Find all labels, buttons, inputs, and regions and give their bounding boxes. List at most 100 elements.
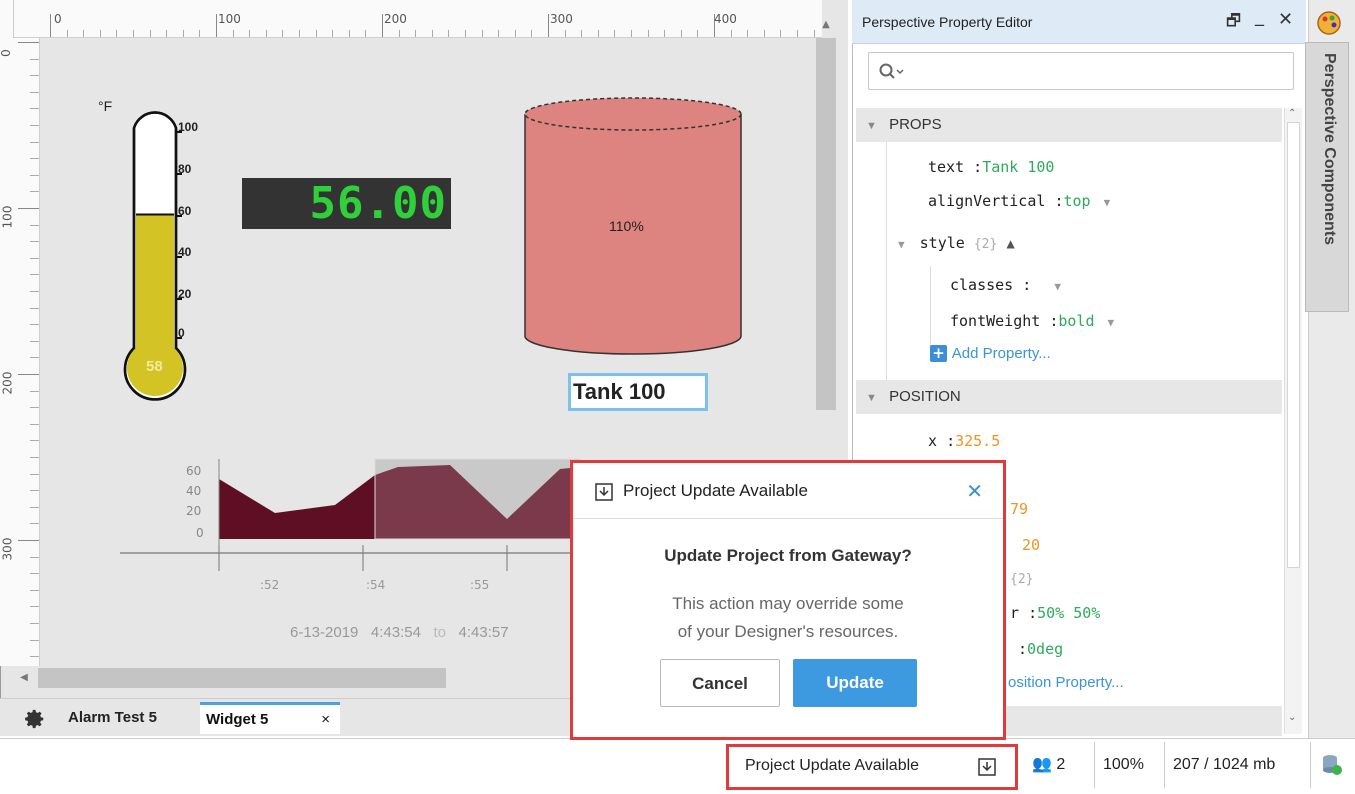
prop-style[interactable]: ▼ style {2} ▲: [898, 234, 1015, 252]
close-tab-icon[interactable]: ×: [321, 705, 330, 734]
ruler-tick: [182, 30, 184, 37]
property-editor-scroll-thumb[interactable]: [1287, 122, 1300, 568]
thermometer-value: 58: [146, 358, 163, 375]
date-range-end: 4:43:57: [458, 624, 509, 641]
date-range-date: 6-13-2019: [290, 624, 359, 641]
project-update-notice[interactable]: Project Update Available: [726, 744, 1018, 790]
scroll-down-arrow-icon[interactable]: ⌄: [1288, 712, 1296, 723]
ruler-tick: [763, 30, 765, 37]
prop-rotation-angle[interactable]: :0deg: [1018, 640, 1063, 658]
ruler-tick: [30, 423, 39, 425]
prop-value: Tank 100: [982, 158, 1055, 176]
add-position-property-link[interactable]: osition Property...: [1008, 674, 1124, 691]
ruler-tick: [30, 257, 39, 259]
close-window-icon[interactable]: ✕: [1278, 9, 1293, 30]
ruler-tick: [18, 42, 39, 43]
minimize-window-icon[interactable]: _: [1255, 6, 1264, 27]
date-range-start: 4:43:54: [370, 624, 421, 641]
prop-align-vertical[interactable]: alignVertical :top ▼: [928, 192, 1110, 210]
search-icon: [879, 63, 904, 79]
chevron-down-icon[interactable]: ▼: [898, 238, 905, 251]
add-property-link[interactable]: + Add Property...: [930, 344, 1051, 362]
canvas-vertical-scroll-thumb[interactable]: [816, 38, 836, 410]
dialog-heading: Update Project from Gateway?: [664, 546, 912, 565]
tab-widget-5[interactable]: Widget 5 ×: [200, 702, 340, 734]
ruler-tick: [66, 30, 68, 37]
ruler-label: 100: [0, 205, 15, 229]
active-users[interactable]: 👥 2: [1024, 742, 1094, 788]
scroll-left-arrow-icon[interactable]: ◀: [14, 668, 34, 688]
prop-sep: :: [973, 158, 983, 176]
dropdown-arrow-icon[interactable]: ▼: [1104, 196, 1111, 209]
sparkline-x-tick: :52: [260, 578, 280, 592]
prop-x[interactable]: x :325.5: [928, 432, 1000, 450]
prop-classes[interactable]: classes : ▼: [950, 276, 1061, 294]
sparkline-y-tick: 0: [196, 526, 204, 540]
tab-alarm-test-5[interactable]: Alarm Test 5: [60, 702, 165, 734]
prop-text[interactable]: text :Tank 100: [928, 158, 1054, 176]
ruler-tick: [30, 324, 39, 326]
ruler-tick: [30, 191, 39, 193]
thermometer-tick: 60: [178, 204, 192, 218]
ruler-tick: [30, 125, 39, 126]
prop-value: 325.5: [955, 432, 1001, 450]
update-button[interactable]: Update: [793, 659, 917, 707]
ruler-tick: [30, 174, 39, 176]
ruler-horizontal: 0 100 200 300 400: [14, 0, 822, 38]
ruler-tick: [697, 30, 699, 37]
ruler-tick: [116, 30, 118, 37]
prop-key: fontWeight: [950, 312, 1041, 330]
sparkline-y-tick: 40: [186, 484, 202, 498]
update-notice-label: Project Update Available: [745, 757, 920, 774]
gateway-status[interactable]: [1310, 742, 1354, 788]
ruler-tick: [581, 30, 583, 37]
property-editor-scrollbar[interactable]: ⌃ ⌄: [1284, 108, 1302, 734]
section-props[interactable]: ▼ PROPS: [856, 108, 1282, 142]
palette-icon[interactable]: [1316, 10, 1342, 36]
ruler-tick: [232, 30, 234, 37]
ruler-tick: [531, 30, 533, 37]
memory-usage[interactable]: 207 / 1024 mb: [1164, 742, 1310, 788]
prop-key: r: [1010, 604, 1020, 622]
property-search-input[interactable]: [868, 52, 1294, 90]
ruler-tick: [332, 30, 334, 37]
thermometer-tick: 100: [178, 120, 199, 134]
zoom-level[interactable]: 100%: [1094, 742, 1164, 788]
ruler-tick: [30, 291, 39, 292]
ruler-label: 0: [54, 12, 62, 26]
perspective-components-tab[interactable]: Perspective Components: [1305, 42, 1349, 312]
ruler-tick: [315, 30, 317, 37]
ruler-label: 200: [0, 371, 15, 395]
sparkline-date-range: 6-13-2019 4:43:54 to 4:43:57: [290, 624, 509, 641]
tree-guide: [886, 142, 887, 380]
canvas-horizontal-scroll-thumb[interactable]: [38, 668, 446, 688]
dropdown-arrow-icon[interactable]: ▼: [1054, 280, 1061, 293]
scroll-up-arrow-icon[interactable]: ▲: [816, 14, 836, 36]
dialog-body-line-1: This action may override some: [672, 594, 904, 613]
close-icon[interactable]: ✕: [966, 479, 983, 503]
ruler-tick: [30, 224, 39, 226]
gear-icon[interactable]: [24, 708, 46, 730]
ruler-tick: [30, 506, 39, 508]
prop-sep: :: [1018, 640, 1028, 658]
ruler-tick: [249, 30, 251, 37]
dropdown-arrow-icon[interactable]: ▼: [1108, 316, 1115, 329]
led-display[interactable]: 56.00: [242, 178, 451, 229]
add-property-label: Add Property...: [951, 345, 1051, 362]
ruler-tick: [348, 30, 350, 37]
prop-font-weight[interactable]: fontWeight :bold ▼: [950, 312, 1114, 330]
ruler-tick: [30, 241, 39, 243]
style-binding-icon[interactable]: ▲: [1006, 236, 1014, 252]
ruler-tick: [30, 656, 39, 658]
tank-label-component[interactable]: Tank 100: [568, 373, 708, 411]
section-position[interactable]: ▼ POSITION: [856, 380, 1282, 414]
property-editor-title: Perspective Property Editor: [862, 14, 1033, 30]
scroll-up-arrow-icon[interactable]: ⌃: [1288, 108, 1296, 119]
ruler-tick: [465, 30, 466, 37]
prop-rotation-origin[interactable]: r :50% 50%: [1010, 604, 1100, 622]
restore-window-icon[interactable]: 🗗: [1226, 10, 1241, 37]
prop-value: 50% 50%: [1037, 604, 1101, 622]
ruler-tick: [30, 75, 39, 77]
sparkline-x-tick: :55: [470, 578, 490, 592]
cancel-button[interactable]: Cancel: [660, 659, 780, 707]
